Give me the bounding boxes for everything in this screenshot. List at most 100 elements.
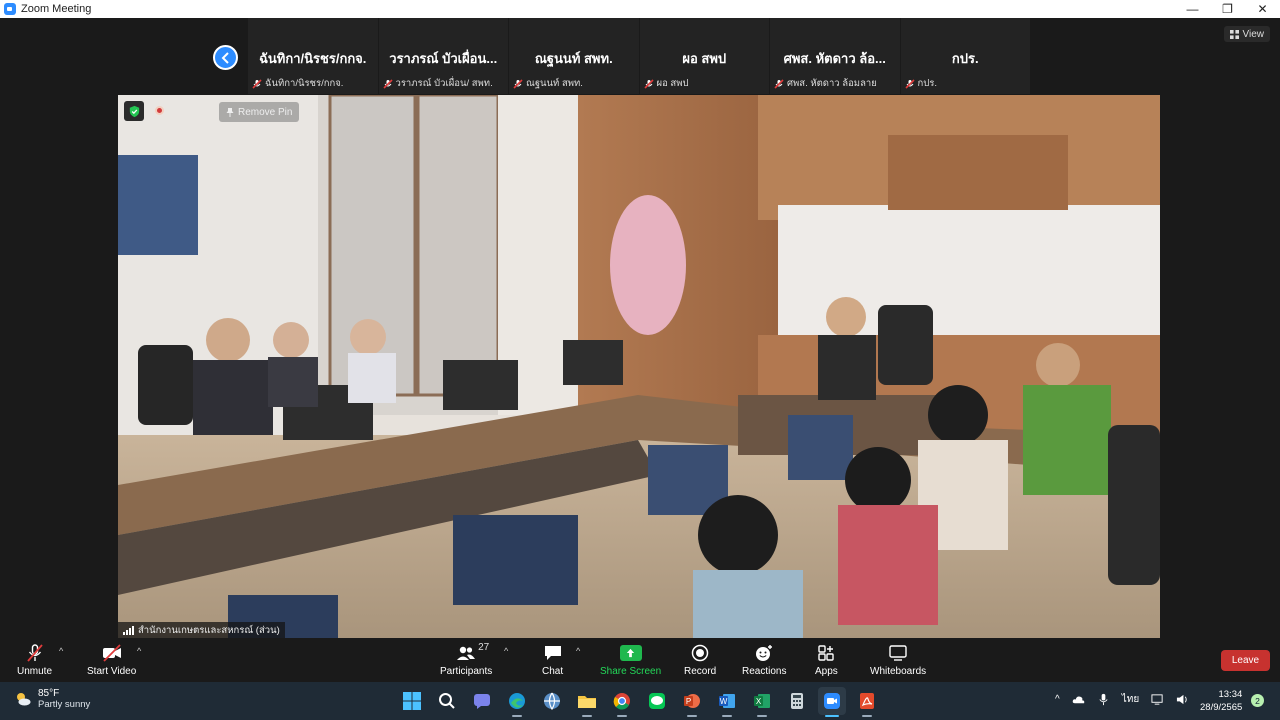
whiteboards-button[interactable]: Whiteboards bbox=[870, 642, 926, 677]
participant-footer-name: ฉันทิกา/นิรชร/กกจ. bbox=[265, 78, 344, 89]
microphone-muted-icon bbox=[26, 644, 43, 662]
participant-footer: ฉันทิกา/นิรชร/กกจ. bbox=[252, 76, 343, 91]
participant-display-name: กปร. bbox=[951, 51, 979, 66]
participant-footer: ณฐนนท์ สพท. bbox=[513, 76, 583, 91]
acrobat-icon[interactable] bbox=[853, 687, 881, 717]
partly-sunny-icon bbox=[17, 693, 31, 706]
weather-temperature: 85°F bbox=[38, 688, 60, 699]
restore-button[interactable]: ❐ bbox=[1210, 0, 1245, 18]
participant-footer-name: ศพส. หัตดาว ล้อมลาย bbox=[787, 78, 877, 89]
video-camera-off-icon bbox=[102, 644, 121, 662]
grid-view-icon bbox=[1229, 29, 1239, 39]
volume-icon[interactable] bbox=[1176, 693, 1189, 706]
participant-tile[interactable]: กปร. กปร. bbox=[900, 18, 1030, 94]
pinned-video[interactable]: Remove Pin สำนักงานเกษตรและสหกรณ์ (ส่วน) bbox=[118, 95, 1160, 638]
remove-pin-label: Remove Pin bbox=[238, 106, 293, 118]
zoom-icon[interactable] bbox=[818, 687, 846, 717]
network-icon[interactable] bbox=[538, 687, 566, 715]
windows-start-icon[interactable] bbox=[398, 687, 426, 715]
participant-strip: ฉันทิกา/นิรชร/กกจ. ฉันทิกา/นิรชร/กกจ. วร… bbox=[248, 18, 1030, 94]
zoom-app-icon bbox=[4, 3, 16, 15]
word-icon[interactable]: W bbox=[713, 687, 741, 717]
minimize-button[interactable]: — bbox=[1175, 0, 1210, 18]
close-button[interactable]: ✕ bbox=[1245, 0, 1280, 18]
leave-button[interactable]: Leave bbox=[1221, 650, 1270, 671]
meeting-toolbar: Unmute ^ Start Video ^ 27 Participants ^… bbox=[0, 638, 1280, 682]
participant-footer-name: ผอ สพป bbox=[656, 78, 689, 89]
title-bar: Zoom Meeting — ❐ ✕ bbox=[0, 0, 1280, 18]
system-tray: ^ ไทย bbox=[1055, 692, 1189, 707]
participant-display-name: ฉันทิกา/นิรชร/กกจ. bbox=[259, 51, 367, 66]
unmute-button[interactable]: Unmute bbox=[17, 642, 52, 677]
edge-icon[interactable] bbox=[503, 687, 531, 717]
chat-label: Chat bbox=[542, 666, 564, 677]
participants-label: Participants bbox=[440, 666, 493, 677]
weather-description: Partly sunny bbox=[38, 699, 91, 710]
participant-footer: ผอ สพป bbox=[643, 76, 689, 91]
participants-options-caret[interactable]: ^ bbox=[504, 646, 508, 656]
participant-tile[interactable]: วราภรณ์ บัวเผื่อน... วราภรณ์ บัวเผื่อน/ … bbox=[378, 18, 508, 94]
chat-button[interactable]: Chat bbox=[542, 642, 563, 677]
mic-muted-icon bbox=[904, 78, 915, 89]
share-screen-icon bbox=[619, 645, 642, 661]
chrome-icon[interactable] bbox=[608, 687, 636, 717]
file-explorer-icon[interactable] bbox=[573, 687, 601, 717]
search-icon[interactable] bbox=[433, 687, 461, 715]
powerpoint-icon[interactable]: P bbox=[678, 687, 706, 717]
participant-display-name: วราภรณ์ บัวเผื่อน... bbox=[389, 51, 498, 66]
apps-button[interactable]: Apps bbox=[815, 642, 838, 677]
participant-tile[interactable]: ณฐนนท์ สพท. ณฐนนท์ สพท. bbox=[509, 18, 639, 94]
chat-icon[interactable] bbox=[468, 687, 496, 715]
pin-icon bbox=[226, 107, 234, 117]
chat-bubble-icon bbox=[544, 646, 561, 660]
clock-date: 28/9/2565 bbox=[1200, 702, 1243, 713]
participant-display-name: ณฐนนท์ สพท. bbox=[534, 51, 613, 66]
mic-muted-icon bbox=[513, 78, 523, 89]
reactions-button[interactable]: Reactions bbox=[742, 642, 786, 677]
participant-footer: ศพส. หัตดาว ล้อมลาย bbox=[774, 76, 877, 91]
participant-tile[interactable]: ศพส. หัตดาว ล้อ... ศพส. หัตดาว ล้อมลาย bbox=[770, 18, 900, 94]
apps-label: Apps bbox=[815, 666, 838, 677]
video-participant-name: สำนักงานเกษตรและสหกรณ์ (ส่วน) bbox=[138, 624, 280, 636]
language-indicator[interactable]: ไทย bbox=[1122, 692, 1139, 707]
view-label: View bbox=[1242, 28, 1265, 40]
share-screen-button[interactable]: Share Screen bbox=[600, 642, 661, 677]
notification-badge[interactable]: 2 bbox=[1251, 694, 1264, 707]
microphone-icon[interactable] bbox=[1097, 693, 1110, 706]
record-button[interactable]: Record bbox=[684, 642, 716, 677]
svg-text:W: W bbox=[720, 697, 728, 706]
excel-icon[interactable]: X bbox=[748, 687, 776, 717]
chat-options-caret[interactable]: ^ bbox=[576, 646, 580, 656]
encryption-shield-icon[interactable] bbox=[124, 101, 144, 121]
svg-text:X: X bbox=[756, 697, 762, 706]
taskbar-clock[interactable]: 13:34 28/9/2565 bbox=[1200, 688, 1242, 714]
remove-pin-button[interactable]: Remove Pin bbox=[219, 102, 300, 122]
onedrive-cloud-icon[interactable] bbox=[1072, 693, 1085, 706]
mic-muted-icon bbox=[382, 78, 393, 89]
participant-display-name: ผอ สพป bbox=[682, 51, 727, 66]
participant-footer: วราภรณ์ บัวเผื่อน/ สพท. bbox=[382, 76, 493, 91]
mic-muted-icon bbox=[252, 78, 262, 89]
participant-display-name: ศพส. หัตดาว ล้อ... bbox=[783, 51, 886, 66]
window-title: Zoom Meeting bbox=[21, 3, 92, 15]
view-button[interactable]: View bbox=[1223, 26, 1270, 42]
taskbar-apps: P W X bbox=[398, 687, 881, 717]
participants-button[interactable]: 27 Participants bbox=[440, 642, 492, 677]
start-video-button[interactable]: Start Video bbox=[87, 642, 136, 677]
weather-widget[interactable]: 85°F Partly sunny bbox=[14, 688, 90, 710]
network-monitor-icon[interactable] bbox=[1151, 693, 1164, 706]
participant-footer: กปร. bbox=[904, 76, 937, 91]
participant-tile[interactable]: ฉันทิกา/นิรชร/กกจ. ฉันทิกา/นิรชร/กกจ. bbox=[248, 18, 378, 94]
smiley-icon bbox=[756, 645, 773, 661]
participant-tile[interactable]: ผอ สพป ผอ สพป bbox=[639, 18, 769, 94]
unmute-options-caret[interactable]: ^ bbox=[59, 646, 63, 656]
reactions-label: Reactions bbox=[742, 666, 787, 677]
strip-previous-button[interactable] bbox=[213, 45, 238, 70]
participant-footer-name: ณฐนนท์ สพท. bbox=[526, 78, 583, 89]
windows-taskbar: 85°F Partly sunny P W X ^ ไทย 13:34 28/9… bbox=[0, 682, 1280, 720]
participant-footer-name: วราภรณ์ บัวเผื่อน/ สพท. bbox=[395, 78, 493, 89]
show-hidden-icons-icon[interactable]: ^ bbox=[1055, 694, 1060, 705]
line-icon[interactable] bbox=[643, 687, 671, 715]
calculator-icon[interactable] bbox=[783, 687, 811, 715]
video-options-caret[interactable]: ^ bbox=[137, 646, 141, 656]
